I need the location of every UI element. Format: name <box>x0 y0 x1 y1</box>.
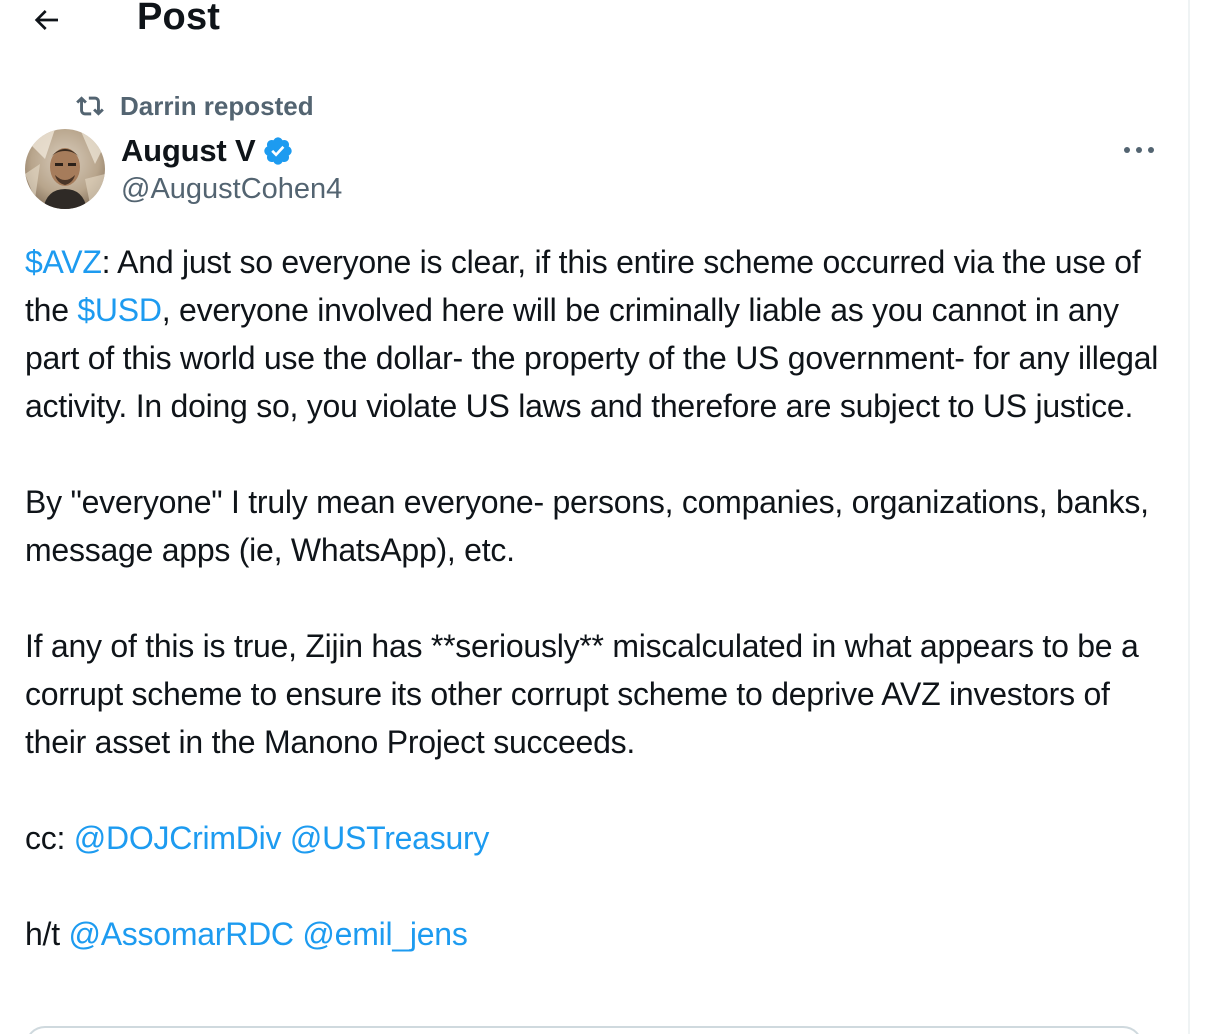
cc-label: cc: <box>25 820 74 856</box>
paragraph-1-text-b: , everyone involved here will be crimina… <box>25 292 1159 424</box>
page-title: Post <box>137 0 221 38</box>
ht-label: h/t <box>25 916 69 952</box>
more-options-button[interactable] <box>1112 132 1166 170</box>
top-header: Post <box>0 0 1188 50</box>
author-name-row: August V <box>121 130 294 172</box>
repost-text: Darrin reposted <box>120 90 314 121</box>
mention-assomarrdc-link[interactable]: @AssomarRDC <box>68 916 294 952</box>
cashtag-avz-link[interactable]: $AVZ <box>25 244 102 280</box>
cashtag-usd-link[interactable]: $USD <box>77 292 162 328</box>
tweet-paragraph-1: $AVZ: And just so everyone is clear, if … <box>25 238 1175 430</box>
verified-badge-icon[interactable] <box>262 135 294 167</box>
tweet-ht-line: h/t @AssomarRDC @emil_jens <box>25 910 1175 958</box>
author-handle[interactable]: @AugustCohen4 <box>121 173 342 206</box>
arrow-left-icon <box>30 4 62 41</box>
author-avatar[interactable] <box>25 129 105 209</box>
author-name[interactable]: August V <box>121 133 256 169</box>
mention-emil-jens-link[interactable]: @emil_jens <box>302 916 467 952</box>
back-button[interactable] <box>22 0 70 44</box>
tweet-text: $AVZ: And just so everyone is clear, if … <box>25 238 1175 958</box>
post-page: Post Darrin reposted August V @AugustCoh… <box>0 0 1230 1034</box>
repost-indicator[interactable]: Darrin reposted <box>74 88 314 124</box>
tweet-cc-line: cc: @DOJCrimDiv @USTreasury <box>25 814 1175 862</box>
more-dots-icon <box>1122 142 1156 160</box>
tweet-paragraph-3: If any of this is true, Zijin has **seri… <box>25 628 1139 760</box>
mention-ustreasury-link[interactable]: @USTreasury <box>290 820 490 856</box>
repost-icon <box>74 92 106 120</box>
column-divider <box>1188 0 1190 1034</box>
mention-dojcrimdiv-link[interactable]: @DOJCrimDiv <box>74 820 282 856</box>
embedded-card-edge[interactable] <box>25 1026 1143 1034</box>
tweet-paragraph-2: By "everyone" I truly mean everyone- per… <box>25 484 1149 568</box>
